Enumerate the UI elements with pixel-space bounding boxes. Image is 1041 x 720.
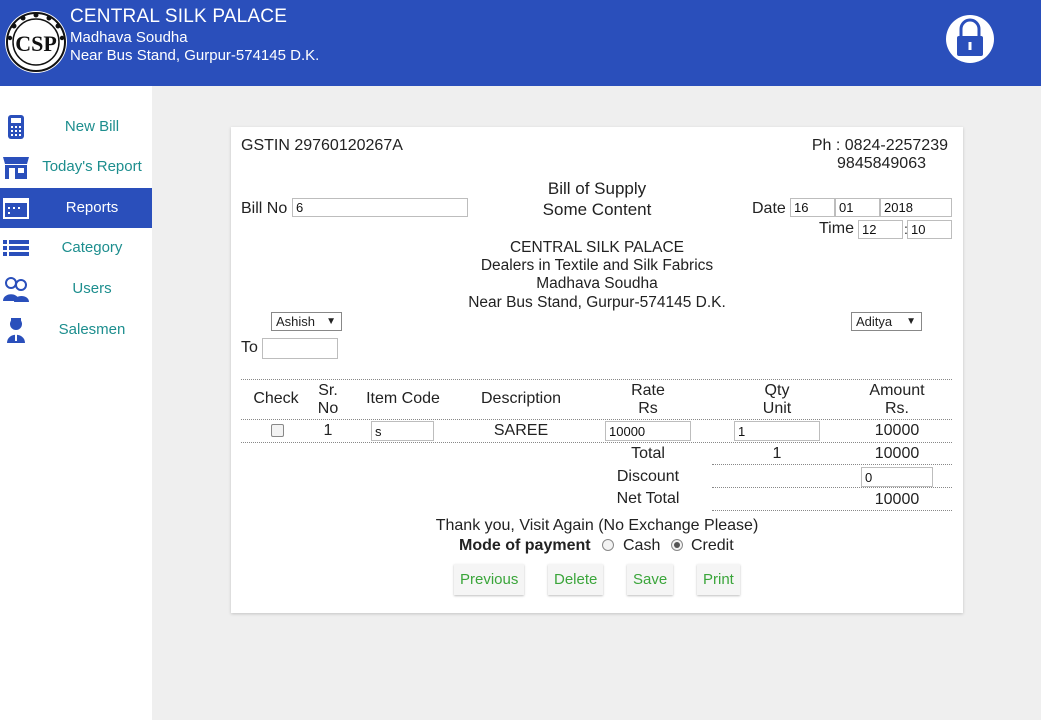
users-icon xyxy=(2,275,30,303)
to-input[interactable] xyxy=(262,338,338,359)
to-label: To xyxy=(241,339,258,356)
total-qty: 1 xyxy=(772,445,782,462)
previous-button[interactable]: Previous xyxy=(454,564,525,595)
dropdown-arrow-icon: ▼ xyxy=(906,316,916,327)
credit-label: Credit xyxy=(691,537,734,554)
row-description: SAREE xyxy=(493,422,549,439)
net-total-divider xyxy=(712,510,952,511)
discount-label: Discount xyxy=(616,468,680,485)
col-description: Description xyxy=(480,390,562,407)
bill-subheading: Some Content xyxy=(542,200,652,219)
col-item-code: Item Code xyxy=(366,390,440,407)
salesman-icon xyxy=(2,316,30,344)
col-rate: Rate Rs xyxy=(598,382,698,418)
row-divider xyxy=(241,442,952,443)
credit-radio[interactable] xyxy=(671,539,683,551)
col-rate-line2: Rs xyxy=(638,400,658,417)
sidebar-item-reports[interactable]: Reports xyxy=(0,188,152,228)
payment-mode-label: Mode of payment xyxy=(459,537,591,554)
salesman-select[interactable]: Aditya ▼ xyxy=(851,312,922,331)
save-button[interactable]: Save xyxy=(627,564,674,595)
bill-heading: Bill of Supply xyxy=(547,179,647,198)
lock-icon[interactable] xyxy=(944,14,996,64)
col-amount: Amount Rs. xyxy=(847,382,947,418)
sidebar: New Bill Today's Report Reports Category… xyxy=(0,86,152,720)
shop-address-line1: Madhava Soudha xyxy=(70,29,188,46)
list-icon xyxy=(2,234,30,262)
row-item-code-input[interactable] xyxy=(371,421,434,441)
bill-no-label: Bill No xyxy=(241,200,288,217)
thank-you-note: Thank you, Visit Again (No Exchange Plea… xyxy=(435,517,759,534)
print-button[interactable]: Print xyxy=(697,564,740,595)
col-amount-line1: Amount xyxy=(869,382,925,399)
total-amount: 10000 xyxy=(874,445,920,462)
time-hour-input[interactable] xyxy=(858,220,903,239)
table-header-divider xyxy=(241,419,952,420)
phone-1: Ph : 0824-2257239 xyxy=(811,137,948,154)
dropdown-arrow-icon: ▼ xyxy=(326,316,336,327)
discount-input[interactable] xyxy=(861,467,933,487)
net-total-label: Net Total xyxy=(616,490,680,507)
app-header: CSP CENTRAL SILK PALACE Madhava Soudha N… xyxy=(0,0,1041,86)
delete-button[interactable]: Delete xyxy=(548,564,604,595)
sidebar-item-label: Reports xyxy=(65,199,119,216)
col-srno-line2: No xyxy=(317,400,339,417)
sidebar-item-todays-report[interactable]: Today's Report xyxy=(0,147,152,187)
shop-address-1: Madhava Soudha xyxy=(536,275,658,292)
calculator-icon xyxy=(2,113,30,141)
col-srno: Sr. No xyxy=(308,382,348,418)
store-icon xyxy=(2,153,30,181)
phone-2: 9845849063 xyxy=(837,155,926,172)
row-qty-input[interactable] xyxy=(734,421,820,441)
shop-address-line2: Near Bus Stand, Gurpur-574145 D.K. xyxy=(70,47,320,64)
logo: CSP xyxy=(5,11,67,73)
sidebar-item-category[interactable]: Category xyxy=(0,228,152,268)
table-top-divider xyxy=(241,379,952,380)
date-label: Date xyxy=(752,200,786,217)
col-amount-line2: Rs. xyxy=(885,400,909,417)
user-select-value: Ashish xyxy=(276,314,316,329)
sidebar-item-label: Category xyxy=(61,239,123,256)
svg-text:CSP: CSP xyxy=(15,31,57,56)
row-amount: 10000 xyxy=(874,422,920,439)
bill-card: GSTIN 29760120267A Ph : 0824-2257239 984… xyxy=(231,127,963,613)
col-qty-line1: Qty xyxy=(764,382,790,399)
sidebar-item-label: Today's Report xyxy=(42,158,142,175)
shop-address-2: Near Bus Stand, Gurpur-574145 D.K. xyxy=(468,294,726,311)
calendar-icon xyxy=(2,194,30,222)
date-month-input[interactable] xyxy=(835,198,880,217)
total-label: Total xyxy=(631,445,665,462)
row-checkbox[interactable] xyxy=(271,424,284,437)
col-qty-line2: Unit xyxy=(762,400,792,417)
sidebar-item-salesmen[interactable]: Salesmen xyxy=(0,310,152,350)
col-check: Check xyxy=(253,390,299,407)
net-total-amount: 10000 xyxy=(874,491,920,508)
col-qty: Qty Unit xyxy=(727,382,827,418)
discount-divider xyxy=(712,487,952,488)
sidebar-item-users[interactable]: Users xyxy=(0,269,152,309)
user-select[interactable]: Ashish ▼ xyxy=(271,312,342,331)
row-srno: 1 xyxy=(323,422,333,439)
row-rate-input[interactable] xyxy=(605,421,691,441)
date-day-input[interactable] xyxy=(790,198,835,217)
gstin-text: GSTIN 29760120267A xyxy=(241,137,403,154)
sidebar-item-label: New Bill xyxy=(64,118,120,135)
time-minute-input[interactable] xyxy=(907,220,952,239)
cash-radio[interactable] xyxy=(602,539,614,551)
shop-title: CENTRAL SILK PALACE xyxy=(70,6,288,27)
date-year-input[interactable] xyxy=(880,198,952,217)
sidebar-item-label: Salesmen xyxy=(58,321,126,338)
cash-label: Cash xyxy=(623,537,661,554)
salesman-select-value: Aditya xyxy=(856,314,893,329)
bill-no-input[interactable] xyxy=(292,198,468,217)
csp-logo-icon: CSP xyxy=(6,12,66,72)
sidebar-item-label: Users xyxy=(72,280,112,297)
time-label: Time xyxy=(819,220,854,237)
total-divider xyxy=(712,464,952,465)
sidebar-item-new-bill[interactable]: New Bill xyxy=(0,107,152,147)
col-rate-line1: Rate xyxy=(631,382,665,399)
shop-name: CENTRAL SILK PALACE xyxy=(509,239,684,256)
col-srno-line1: Sr. xyxy=(318,382,338,399)
shop-description: Dealers in Textile and Silk Fabrics xyxy=(480,257,714,274)
